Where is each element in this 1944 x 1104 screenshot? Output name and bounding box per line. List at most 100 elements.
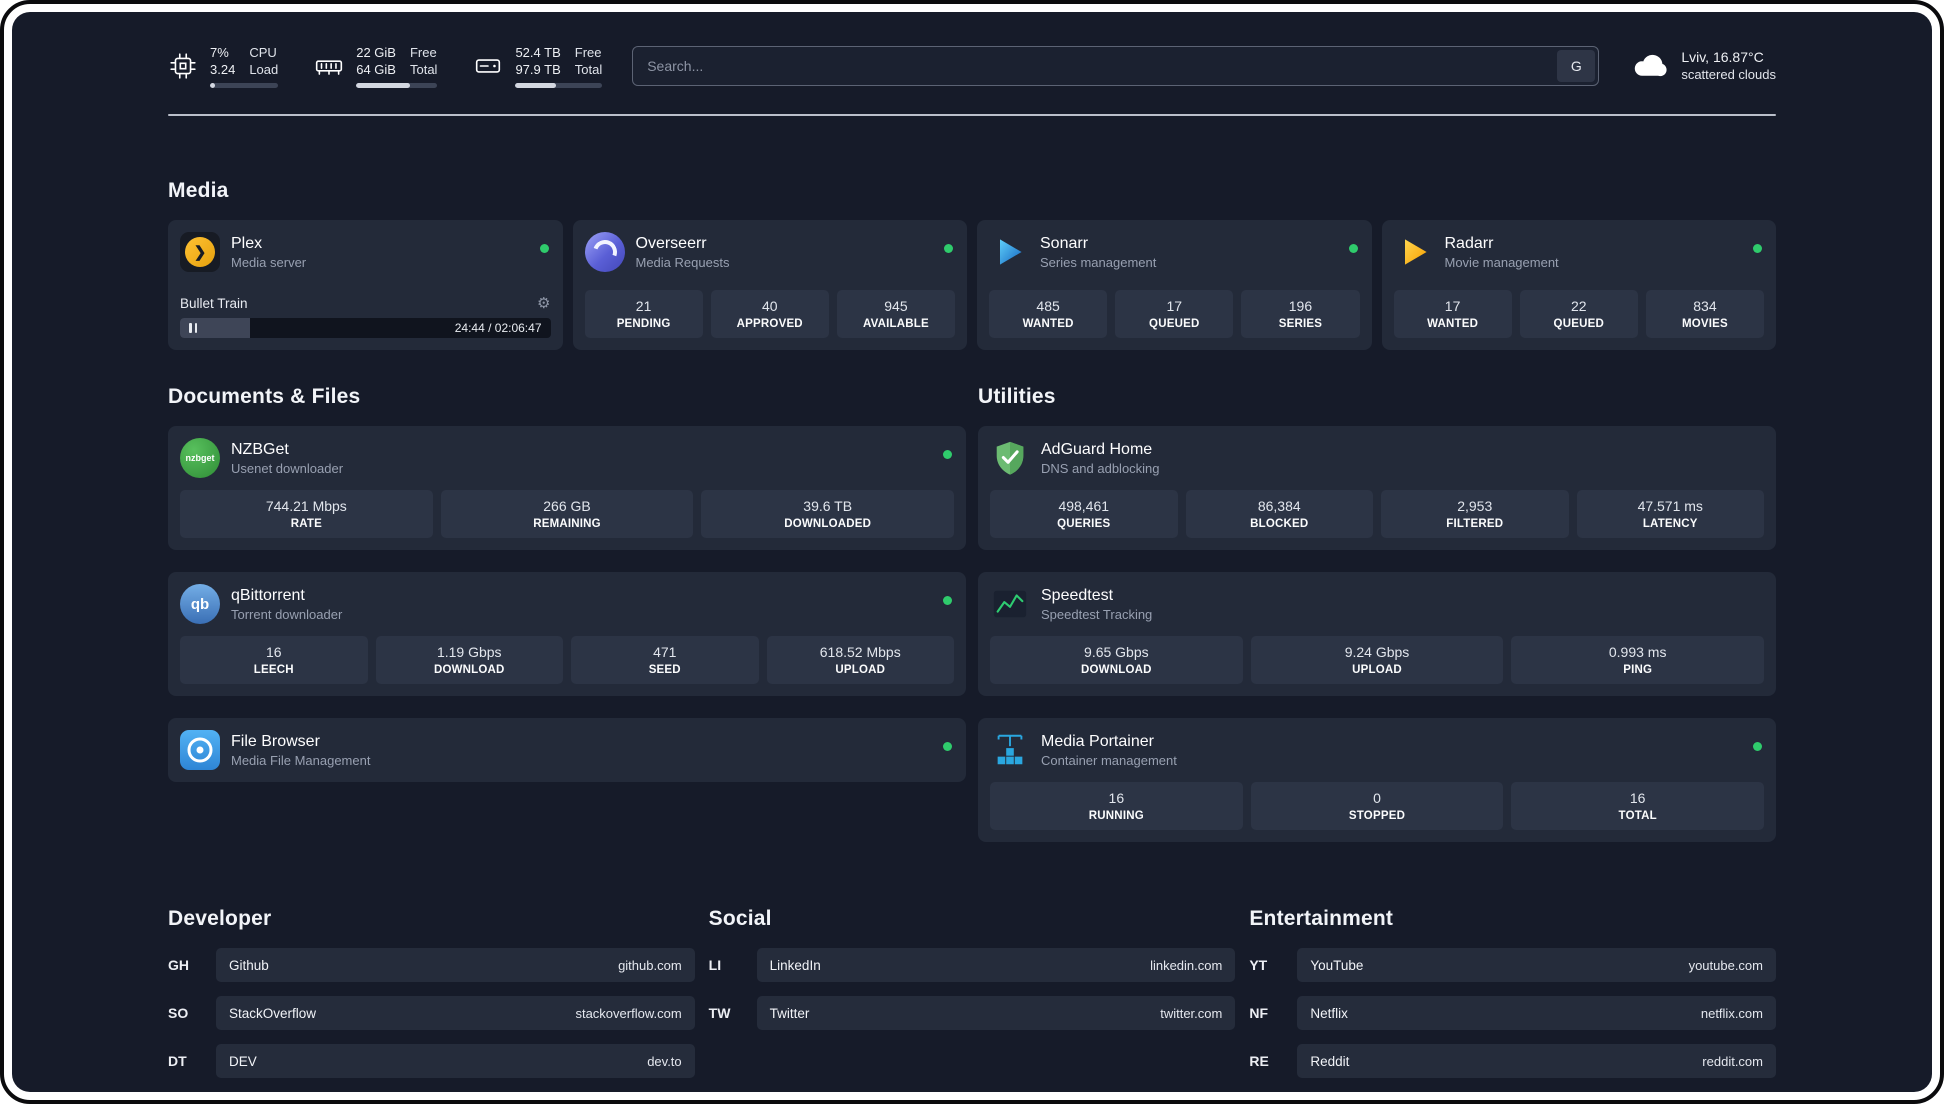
- stat-box: 266 GB REMAINING: [440, 490, 694, 538]
- settings-gear-icon[interactable]: ⚙: [537, 296, 550, 311]
- bookmark-abbr: RE: [1249, 1053, 1269, 1069]
- stat-box: 17 WANTED: [1393, 290, 1512, 338]
- stat-box: 21 PENDING: [584, 290, 703, 338]
- nzbget-card[interactable]: nzbget NZBGet Usenet downloader 744.21 M…: [168, 426, 966, 550]
- stat-box: 86,384 BLOCKED: [1185, 490, 1373, 538]
- plex-card[interactable]: ❯ Plex Media server Bullet Train ⚙ 24:44…: [168, 220, 563, 350]
- status-dot: [1753, 244, 1762, 253]
- portainer-card[interactable]: Media Portainer Container management 16 …: [978, 718, 1776, 842]
- stat-value: 266 GB: [543, 498, 591, 514]
- bookmark-link-stackoverflow[interactable]: StackOverflow stackoverflow.com: [216, 996, 695, 1030]
- card-name: AdGuard Home: [1041, 440, 1153, 458]
- stat-box: 498,461 QUERIES: [990, 490, 1178, 538]
- search-engine-button[interactable]: G: [1557, 50, 1596, 82]
- bookmark-link-dev[interactable]: DEV dev.to: [216, 1044, 695, 1078]
- stat-box: 834 MOVIES: [1645, 290, 1765, 338]
- status-dot: [1753, 742, 1762, 751]
- stat-value: 40: [761, 298, 778, 314]
- stat-box: 744.21 Mbps RATE: [180, 490, 433, 538]
- card-desc: Media Requests: [635, 254, 730, 270]
- stat-label: QUEUED: [1149, 318, 1200, 330]
- bookmark-url: twitter.com: [1160, 1005, 1223, 1021]
- stat-value: 945: [884, 298, 908, 314]
- stat-box: 0 STOPPED: [1250, 782, 1504, 830]
- radarr-card[interactable]: Radarr Movie management 17 WANTED 22 QUE…: [1381, 220, 1776, 350]
- stat-label: MOVIES: [1681, 318, 1728, 330]
- top-bar: 7% 3.24 CPU Load 22 GiB 64 GiB Free Tota…: [168, 44, 1776, 88]
- bookmark-abbr: LI: [708, 957, 722, 973]
- ram-free: 22 GiB: [356, 45, 396, 60]
- bookmark-name: Github: [229, 957, 269, 973]
- bookmark-url: reddit.com: [1702, 1053, 1763, 1069]
- stat-label: REMAINING: [533, 518, 601, 530]
- qbittorrent-card[interactable]: qb qBittorrent Torrent downloader 16 LEE…: [168, 572, 966, 696]
- stat-value: 834: [1693, 298, 1717, 314]
- stat-box: 618.52 Mbps UPLOAD: [766, 636, 954, 684]
- card-desc: Series management: [1040, 254, 1157, 270]
- qbittorrent-icon: qb: [180, 584, 220, 624]
- card-name: File Browser: [231, 732, 320, 750]
- ram-total: 64 GiB: [356, 62, 396, 77]
- search-input[interactable]: [632, 46, 1600, 86]
- stat-box: 471 SEED: [571, 636, 759, 684]
- bookmark-name: LinkedIn: [769, 957, 821, 973]
- stat-label: DOWNLOAD: [1081, 664, 1152, 676]
- bookmark-name: StackOverflow: [229, 1005, 317, 1021]
- bookmark-link-netflix[interactable]: Netflix netflix.com: [1297, 996, 1776, 1030]
- speedtest-card[interactable]: Speedtest Speedtest Tracking 9.65 Gbps D…: [978, 572, 1776, 696]
- overseerr-card[interactable]: Overseerr Media Requests 21 PENDING 40 A…: [572, 220, 967, 350]
- stat-value: 86,384: [1257, 498, 1301, 514]
- stat-box: 40 APPROVED: [710, 290, 829, 338]
- disk-label-2: Total: [574, 62, 603, 77]
- section-developer: Developer GH Github github.com SO StackO…: [168, 906, 695, 1078]
- status-dot: [943, 596, 952, 605]
- weather-widget[interactable]: Lviv, 16.87°C scattered clouds: [1629, 48, 1776, 84]
- bookmark-url: netflix.com: [1700, 1005, 1763, 1021]
- stat-value: 498,461: [1058, 498, 1110, 514]
- bookmark-abbr: TW: [708, 1005, 731, 1021]
- radarr-icon: [1394, 232, 1434, 272]
- stat-label: DOWNLOADED: [784, 518, 872, 530]
- bookmark-link-twitter[interactable]: Twitter twitter.com: [756, 996, 1236, 1030]
- stat-label: QUEUED: [1553, 318, 1604, 330]
- section-title-utilities: Utilities: [978, 385, 1056, 408]
- card-name: Sonarr: [1040, 234, 1089, 252]
- stat-value: 1.19 Gbps: [436, 644, 502, 660]
- plex-icon: ❯: [180, 232, 220, 272]
- disk-stat: 52.4 TB 97.9 TB Free Total: [473, 44, 603, 88]
- header-divider: [168, 114, 1776, 116]
- stat-value: 21: [635, 298, 652, 314]
- pause-icon[interactable]: [189, 323, 197, 333]
- card-desc: Container management: [1041, 752, 1177, 768]
- card-desc: Media File Management: [231, 752, 371, 768]
- stat-box: 47.571 ms LATENCY: [1576, 490, 1764, 538]
- disk-progress-bar: [515, 83, 603, 88]
- stat-value: 17: [1444, 298, 1461, 314]
- status-dot: [944, 244, 953, 253]
- stat-box: 485 WANTED: [989, 290, 1108, 338]
- bookmark-name: DEV: [229, 1053, 257, 1069]
- stat-label: QUERIES: [1057, 518, 1111, 530]
- bookmark-row: GH Github github.com: [168, 948, 695, 982]
- filebrowser-card[interactable]: File Browser Media File Management: [168, 718, 966, 782]
- cpu-load-avg: 3.24: [210, 62, 236, 77]
- card-desc: DNS and adblocking: [1041, 460, 1160, 476]
- stat-label: LATENCY: [1642, 518, 1698, 530]
- ram-icon: [314, 51, 344, 81]
- playback-progress-bar[interactable]: 24:44 / 02:06:47: [180, 318, 551, 338]
- stat-value: 485: [1036, 298, 1060, 314]
- sonarr-card[interactable]: Sonarr Series management 485 WANTED 17 Q…: [977, 220, 1372, 350]
- bookmark-link-github[interactable]: Github github.com: [216, 948, 695, 982]
- adguard-card[interactable]: AdGuard Home DNS and adblocking 498,461 …: [978, 426, 1776, 550]
- section-title-media: Media: [168, 179, 229, 202]
- stat-label: BLOCKED: [1250, 518, 1309, 530]
- card-desc: Torrent downloader: [231, 606, 343, 622]
- bookmark-link-linkedin[interactable]: LinkedIn linkedin.com: [756, 948, 1236, 982]
- stat-box: 9.65 Gbps DOWNLOAD: [990, 636, 1243, 684]
- stat-box: 0.993 ms PING: [1511, 636, 1765, 684]
- bookmark-link-reddit[interactable]: Reddit reddit.com: [1297, 1044, 1776, 1078]
- status-dot: [539, 244, 549, 253]
- stat-label: PING: [1623, 664, 1653, 676]
- bookmark-link-youtube[interactable]: YouTube youtube.com: [1297, 948, 1776, 982]
- bookmark-name: Twitter: [769, 1005, 810, 1021]
